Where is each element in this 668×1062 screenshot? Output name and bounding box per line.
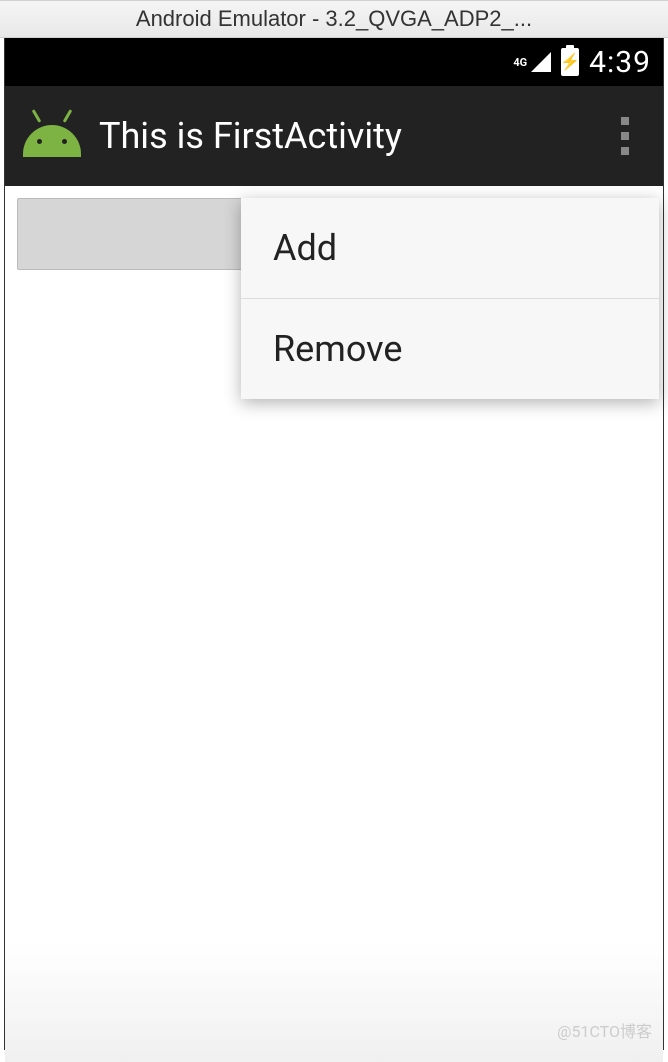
content-area: Add Remove xyxy=(5,198,663,1062)
watermark: @51CTO博客 xyxy=(557,1018,652,1042)
app-bar: This is FirstActivity xyxy=(5,86,663,186)
status-time: 4:39 xyxy=(589,45,651,80)
signal-icon xyxy=(531,52,551,72)
menu-item-label: Remove xyxy=(273,328,402,370)
menu-item-label: Add xyxy=(273,227,337,269)
overflow-menu-button[interactable] xyxy=(605,106,645,166)
status-bar: 4G ⚡ 4:39 xyxy=(5,38,663,86)
emulator-window-title: Android Emulator - 3.2_QVGA_ADP2_... xyxy=(136,6,532,32)
network-indicator: 4G xyxy=(513,56,527,69)
device-frame: 4G ⚡ 4:39 This is FirstActivity Add xyxy=(4,38,664,1050)
menu-item-add[interactable]: Add xyxy=(241,198,659,298)
android-icon xyxy=(23,115,81,157)
battery-bolt-icon: ⚡ xyxy=(560,54,580,70)
overflow-dot-icon xyxy=(621,117,629,125)
overflow-dot-icon xyxy=(621,132,629,140)
overflow-dot-icon xyxy=(621,147,629,155)
bottom-fade xyxy=(5,942,663,1062)
emulator-window-titlebar: Android Emulator - 3.2_QVGA_ADP2_... xyxy=(0,0,668,38)
app-bar-title: This is FirstActivity xyxy=(99,115,587,157)
popup-menu: Add Remove xyxy=(241,198,659,399)
menu-item-remove[interactable]: Remove xyxy=(241,299,659,399)
battery-charging-icon: ⚡ xyxy=(561,48,579,76)
